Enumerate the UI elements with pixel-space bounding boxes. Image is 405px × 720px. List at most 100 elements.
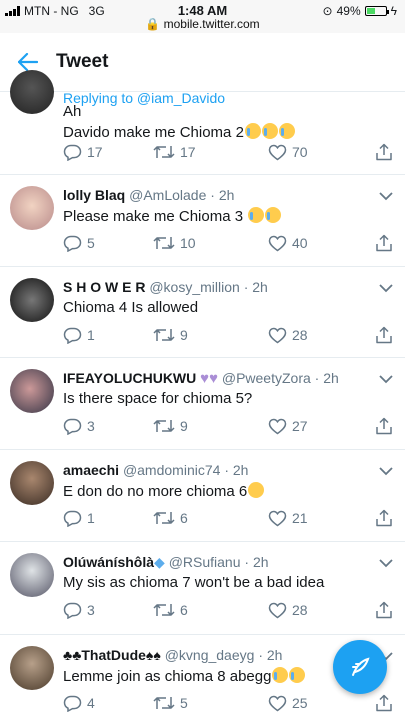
user-handle: @RSufianu xyxy=(168,554,241,570)
avatar[interactable] xyxy=(10,646,54,690)
display-name[interactable]: IFEAYOLUCHUKWU xyxy=(63,370,196,386)
url-bar[interactable]: 🔒 mobile.twitter.com xyxy=(0,17,405,31)
reply-icon xyxy=(63,327,82,344)
display-name[interactable]: S H O W E R xyxy=(63,279,145,295)
like-button[interactable]: 25 xyxy=(268,695,362,712)
reply-icon xyxy=(63,235,82,252)
tweet-actions: 3 6 28 xyxy=(63,600,393,620)
like-count: 25 xyxy=(292,695,308,711)
reply-count: 1 xyxy=(87,327,95,343)
heart-icon xyxy=(268,418,287,435)
like-count: 70 xyxy=(292,144,308,160)
share-icon xyxy=(375,143,393,161)
like-button[interactable]: 27 xyxy=(268,418,362,435)
reply-button[interactable]: 1 xyxy=(63,327,153,344)
retweet-icon xyxy=(153,695,175,711)
reply-count: 4 xyxy=(87,695,95,711)
back-button[interactable] xyxy=(0,53,56,71)
tweet-text: E don do no more chioma 6 xyxy=(63,482,265,500)
like-button[interactable]: 28 xyxy=(268,327,362,344)
heart-icon xyxy=(268,695,287,712)
gem-icon: ◆ xyxy=(154,554,165,570)
display-name[interactable]: Olúwáníshôlà xyxy=(63,554,154,570)
tweet-item[interactable]: Replying to @iam_Davido Ah Davido make m… xyxy=(0,70,405,175)
share-button[interactable] xyxy=(375,694,393,712)
tweet-item[interactable]: S H O W E R @kosy_million · 2h Chioma 4 … xyxy=(0,266,405,358)
chevron-down-icon[interactable] xyxy=(379,188,393,206)
avatar[interactable] xyxy=(10,461,54,505)
tweet-actions: 3 9 27 xyxy=(63,416,393,436)
retweet-button[interactable]: 5 xyxy=(153,695,268,711)
share-button[interactable] xyxy=(375,143,393,161)
tweet-item[interactable]: lolly Blaq @AmLolade · 2h Please make me… xyxy=(0,174,405,267)
retweet-button[interactable]: 9 xyxy=(153,327,268,343)
share-icon xyxy=(375,326,393,344)
share-button[interactable] xyxy=(375,326,393,344)
purple-heart-icon: ♥♥ xyxy=(200,370,218,387)
avatar[interactable] xyxy=(10,553,54,597)
chevron-down-icon[interactable] xyxy=(379,463,393,481)
retweet-icon xyxy=(153,327,175,343)
tweet-time: · 2h xyxy=(258,647,283,663)
share-button[interactable] xyxy=(375,509,393,527)
reply-button[interactable]: 4 xyxy=(63,695,153,712)
avatar[interactable] xyxy=(10,369,54,413)
tweet-time: · 2h xyxy=(244,554,269,570)
retweet-button[interactable]: 17 xyxy=(153,144,268,160)
retweet-button[interactable]: 9 xyxy=(153,418,268,434)
reply-icon xyxy=(63,510,82,527)
laughing-emoji-icon xyxy=(272,667,289,683)
retweet-button[interactable]: 6 xyxy=(153,602,268,618)
display-name[interactable]: ♣♣ThatDude♠♠ xyxy=(63,647,161,663)
share-button[interactable] xyxy=(375,234,393,252)
tweet-meta: ♣♣ThatDude♠♠ @kvng_daeyg · 2h xyxy=(63,647,282,663)
tweet-text: My sis as chioma 7 won't be a bad idea xyxy=(63,574,325,591)
chevron-down-icon[interactable] xyxy=(379,371,393,389)
share-button[interactable] xyxy=(375,417,393,435)
like-button[interactable]: 70 xyxy=(268,144,362,161)
like-count: 21 xyxy=(292,510,308,526)
like-count: 40 xyxy=(292,235,308,251)
reply-button[interactable]: 17 xyxy=(63,144,153,161)
like-button[interactable]: 28 xyxy=(268,602,362,619)
compose-tweet-button[interactable] xyxy=(333,640,387,694)
like-button[interactable]: 40 xyxy=(268,235,362,252)
user-handle: @kvng_daeyg xyxy=(164,647,255,663)
user-handle: @PweetyZora xyxy=(221,370,311,386)
chevron-down-icon[interactable] xyxy=(379,280,393,298)
share-button[interactable] xyxy=(375,601,393,619)
reply-count: 3 xyxy=(87,602,95,618)
display-name[interactable]: amaechi xyxy=(63,462,119,478)
avatar[interactable] xyxy=(10,70,54,114)
display-name[interactable]: lolly Blaq xyxy=(63,187,125,203)
avatar[interactable] xyxy=(10,186,54,230)
reply-count: 17 xyxy=(87,144,103,160)
reply-button[interactable]: 3 xyxy=(63,418,153,435)
share-icon xyxy=(375,417,393,435)
tweet-text: Davido make me Chioma 2 xyxy=(63,123,295,141)
tweet-time: · 2h xyxy=(224,462,249,478)
tweet-actions: 5 10 40 xyxy=(63,233,393,253)
page-title: Tweet xyxy=(56,51,109,72)
reply-count: 1 xyxy=(87,510,95,526)
reply-button[interactable]: 3 xyxy=(63,602,153,619)
reply-count: 3 xyxy=(87,418,95,434)
like-button[interactable]: 21 xyxy=(268,510,362,527)
confused-emoji-icon xyxy=(248,482,265,498)
reply-button[interactable]: 1 xyxy=(63,510,153,527)
tweet-item[interactable]: IFEAYOLUCHUKWU ♥♥ @PweetyZora · 2h Is th… xyxy=(0,357,405,450)
share-icon xyxy=(375,234,393,252)
tweet-item[interactable]: amaechi @amdominic74 · 2h E don do no mo… xyxy=(0,449,405,542)
retweet-button[interactable]: 6 xyxy=(153,510,268,526)
reply-icon xyxy=(63,418,82,435)
retweet-icon xyxy=(153,144,175,160)
heart-icon xyxy=(268,144,287,161)
chevron-down-icon[interactable] xyxy=(379,555,393,573)
avatar[interactable] xyxy=(10,278,54,322)
battery-icon xyxy=(364,6,389,16)
retweet-button[interactable]: 10 xyxy=(153,235,268,251)
tweet-item[interactable]: Olúwáníshôlà◆ @RSufianu · 2h My sis as c… xyxy=(0,541,405,635)
replying-to[interactable]: Replying to @iam_Davido xyxy=(63,90,225,106)
rotation-lock-icon: ⊙ xyxy=(322,4,333,18)
reply-button[interactable]: 5 xyxy=(63,235,153,252)
